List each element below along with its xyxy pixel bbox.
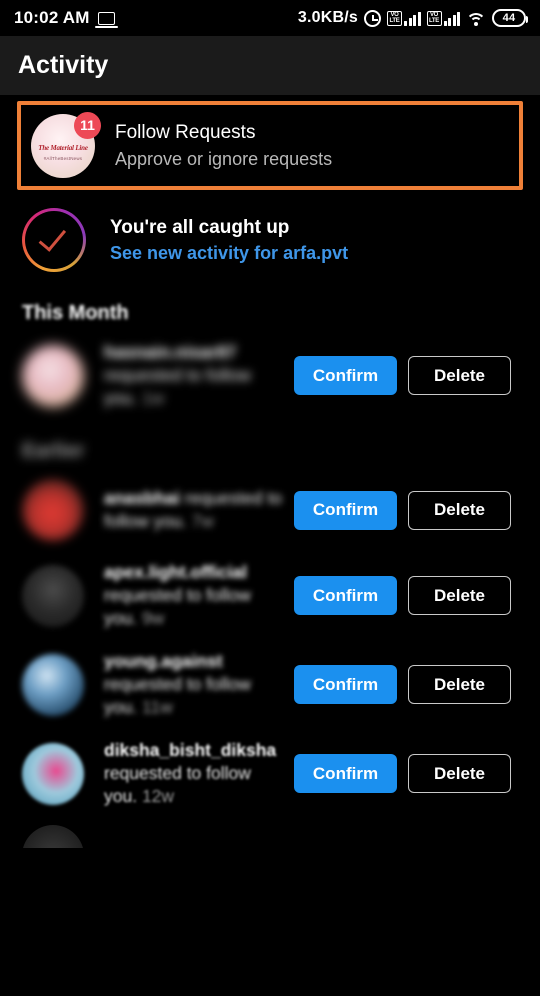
request-row-partial[interactable] bbox=[0, 818, 540, 848]
follow-requests-count-badge: 11 bbox=[74, 111, 101, 139]
check-icon bbox=[38, 222, 67, 252]
app-bar: Activity bbox=[0, 36, 540, 95]
sim1-indicator: VO LTE bbox=[387, 10, 421, 26]
request-suffix: you. bbox=[104, 388, 138, 408]
request-action: requested to follow bbox=[104, 763, 251, 783]
volte-label-bottom: LTE bbox=[429, 18, 439, 24]
activity-content: The Material Line #AllTheBestNews 11 Fol… bbox=[0, 95, 540, 848]
signal-bars-icon bbox=[404, 11, 421, 26]
avatar-logo-primary-text: The Material Line bbox=[38, 143, 88, 152]
request-suffix: you. bbox=[104, 786, 138, 806]
request-timestamp: 12w bbox=[141, 786, 175, 806]
follow-requests-subtitle: Approve or ignore requests bbox=[115, 148, 333, 169]
delete-button[interactable]: Delete bbox=[408, 576, 511, 615]
status-bar-right: 3.0KB/s VO LTE VO LTE 44 bbox=[297, 9, 528, 27]
request-username[interactable]: apex.light.official bbox=[104, 562, 247, 582]
avatar[interactable] bbox=[22, 344, 84, 407]
request-username[interactable]: young.against bbox=[104, 651, 223, 671]
confirm-button[interactable]: Confirm bbox=[294, 490, 397, 530]
follow-requests-row[interactable]: The Material Line #AllTheBestNews 11 Fol… bbox=[17, 101, 523, 190]
request-text: diksha_bisht_diksha requested to follow … bbox=[104, 739, 284, 808]
see-new-activity-link[interactable]: See new activity for arfa.pvt bbox=[110, 240, 348, 266]
request-text: hasnain.nisar87 requested to follow you.… bbox=[104, 341, 284, 410]
caught-up-row[interactable]: You're all caught up See new activity fo… bbox=[0, 190, 540, 282]
follow-requests-title: Follow Requests bbox=[115, 121, 256, 143]
follow-requests-texts: Follow Requests Approve or ignore reques… bbox=[115, 120, 332, 172]
request-text: anasbhai requested to follow you. 7w bbox=[104, 487, 284, 533]
avatar[interactable] bbox=[22, 653, 84, 716]
delete-button[interactable]: Delete bbox=[408, 665, 511, 704]
request-row[interactable]: hasnain.nisar87 requested to follow you.… bbox=[0, 331, 540, 420]
status-bar-clock: 10:02 AM bbox=[14, 8, 90, 27]
request-row[interactable]: young.against requested to follow you. 1… bbox=[0, 640, 540, 729]
section-header-this-month: This Month bbox=[22, 302, 129, 324]
request-suffix: you. bbox=[104, 608, 138, 628]
follow-requests-avatar-wrapper: The Material Line #AllTheBestNews 11 bbox=[31, 111, 101, 178]
status-bar-left: 10:02 AM bbox=[14, 8, 118, 28]
request-action: requested to follow bbox=[104, 365, 251, 385]
request-username[interactable]: hasnain.nisar87 bbox=[104, 342, 236, 362]
status-bar: 10:02 AM 3.0KB/s VO LTE VO LTE 44 bbox=[0, 0, 540, 36]
request-suffix: you. bbox=[153, 511, 187, 531]
volte-label-bottom: LTE bbox=[389, 18, 400, 24]
confirm-button[interactable]: Confirm bbox=[294, 576, 397, 615]
request-username[interactable]: anasbhai bbox=[104, 488, 180, 508]
request-action: requested to follow bbox=[104, 674, 251, 694]
delete-button[interactable]: Delete bbox=[408, 490, 511, 530]
battery-level-label: 44 bbox=[502, 12, 516, 24]
alarm-clock-icon bbox=[364, 9, 381, 27]
confirm-button[interactable]: Confirm bbox=[294, 356, 397, 395]
request-timestamp: 9w bbox=[141, 608, 165, 628]
avatar[interactable] bbox=[22, 742, 84, 805]
caught-up-texts: You're all caught up See new activity fo… bbox=[110, 215, 348, 266]
request-row[interactable]: anasbhai requested to follow you. 7w Con… bbox=[0, 469, 540, 551]
wifi-icon bbox=[466, 11, 486, 26]
request-suffix: you. bbox=[104, 697, 138, 717]
laptop-icon bbox=[94, 11, 118, 28]
request-text: apex.light.official requested to follow … bbox=[104, 561, 284, 630]
caught-up-title: You're all caught up bbox=[110, 216, 290, 238]
volte-icon: VO LTE bbox=[387, 10, 402, 26]
request-username[interactable]: diksha_bisht_diksha bbox=[104, 740, 276, 760]
delete-button[interactable]: Delete bbox=[408, 754, 511, 793]
follow-requests-highlight-wrapper: The Material Line #AllTheBestNews 11 Fol… bbox=[0, 95, 540, 190]
section-header-earlier: Earlier bbox=[22, 440, 85, 462]
avatar[interactable] bbox=[22, 825, 84, 848]
gradient-check-circle-icon bbox=[22, 208, 86, 272]
sim2-indicator: VO LTE bbox=[426, 10, 460, 26]
request-row[interactable]: apex.light.official requested to follow … bbox=[0, 551, 540, 640]
page-title: Activity bbox=[18, 51, 109, 79]
volte-icon: VO LTE bbox=[426, 10, 442, 26]
request-timestamp: 1w bbox=[141, 388, 165, 408]
avatar-logo-secondary-text: #AllTheBestNews bbox=[43, 155, 83, 161]
request-timestamp: 7w bbox=[191, 511, 214, 531]
confirm-button[interactable]: Confirm bbox=[294, 665, 397, 704]
delete-button[interactable]: Delete bbox=[408, 356, 511, 395]
request-timestamp: 11w bbox=[141, 697, 173, 717]
signal-bars-icon bbox=[443, 11, 460, 26]
battery-indicator: 44 bbox=[492, 9, 528, 27]
confirm-button[interactable]: Confirm bbox=[294, 754, 397, 793]
request-action: requested to follow bbox=[104, 585, 251, 605]
avatar[interactable] bbox=[22, 479, 84, 541]
avatar[interactable] bbox=[22, 564, 84, 627]
network-speed-label: 3.0KB/s bbox=[297, 9, 358, 26]
request-row[interactable]: diksha_bisht_diksha requested to follow … bbox=[0, 729, 540, 818]
request-text: young.against requested to follow you. 1… bbox=[104, 650, 284, 719]
